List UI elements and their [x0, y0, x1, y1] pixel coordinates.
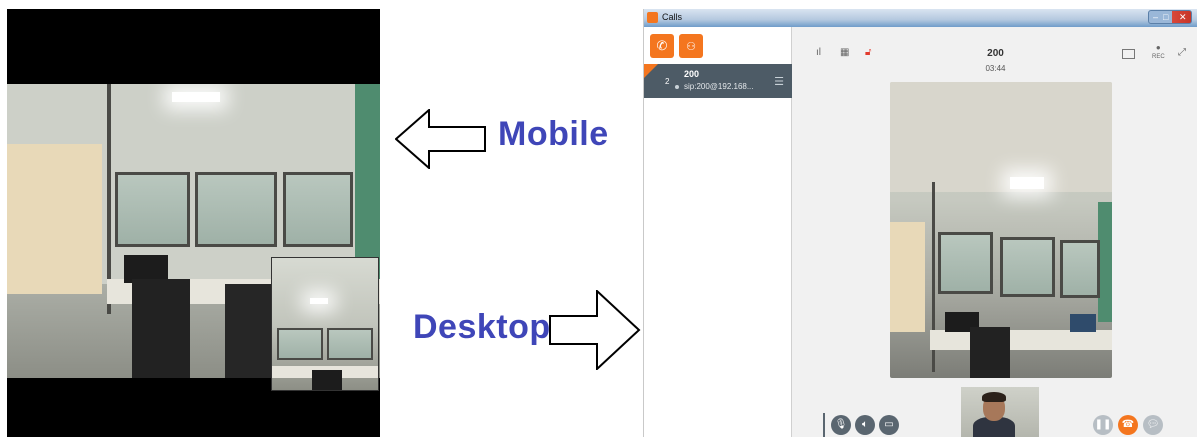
chat-icon: 💬︎ — [1146, 419, 1160, 430]
transfer-icon: ☎ — [1121, 419, 1135, 430]
video-icon: ▭ — [884, 419, 894, 430]
pip-window-1 — [277, 328, 323, 360]
speaker-icon: 🔈︎ — [862, 419, 868, 430]
remote-monitor-2 — [1070, 314, 1096, 332]
remote-corridor — [890, 222, 925, 332]
calls-sidebar: ✆ ⚇ 2 200 sip:200@192.168... ☰ — [644, 27, 792, 437]
remote-window-1 — [938, 232, 993, 294]
call-name: 200 — [684, 69, 700, 79]
close-button[interactable]: ✕ — [1179, 12, 1187, 23]
video-window-3 — [283, 172, 353, 247]
conference-button[interactable]: ⚇ — [679, 34, 703, 58]
video-chair — [132, 279, 190, 378]
desktop-remote-video — [890, 82, 1112, 378]
microphone-button[interactable]: 🎙︎ — [831, 415, 851, 435]
window-controls[interactable]: – □ ✕ — [1148, 10, 1192, 24]
new-call-button[interactable]: ✆ — [650, 34, 674, 58]
minimize-button[interactable]: – — [1153, 12, 1158, 22]
pip-window-2 — [327, 328, 373, 360]
call-title: 200 — [987, 48, 1004, 59]
desktop-label: Desktop — [413, 308, 551, 346]
record-button[interactable]: ● REC — [1152, 44, 1165, 61]
remote-window-3 — [1060, 240, 1100, 298]
hold-icon: ❚❚ — [1094, 419, 1112, 430]
call-list-item[interactable]: 2 200 sip:200@192.168... ☰ — [644, 64, 792, 98]
hold-button[interactable]: ❚❚ — [1093, 415, 1113, 435]
group-call-icon: ⚇ — [686, 41, 696, 53]
video-button[interactable]: ▭ — [879, 415, 899, 435]
remote-ceiling — [890, 82, 1112, 192]
remote-chair — [970, 327, 1010, 378]
speaker-button[interactable]: 🔈︎ — [855, 415, 875, 435]
right-arrow-icon — [549, 290, 641, 370]
left-arrow-icon — [395, 109, 486, 169]
expand-icon[interactable]: ⤢ — [1178, 47, 1186, 58]
microphone-icon: 🎙︎ — [834, 419, 848, 430]
rec-label: REC — [1152, 54, 1165, 60]
pip-light — [310, 298, 328, 304]
video-ceiling-light — [172, 92, 220, 102]
remote-teal-wall — [1098, 202, 1112, 322]
video-window-2 — [195, 172, 277, 247]
mobile-label: Mobile — [498, 115, 609, 153]
remote-desk — [930, 330, 1112, 350]
app-logo-icon — [647, 12, 658, 23]
call-duration: 03:44 — [985, 64, 1006, 73]
self-hair — [982, 392, 1006, 402]
pip-chair — [312, 370, 342, 390]
menu-icon[interactable]: ☰ — [774, 75, 784, 88]
call-count: 2 — [665, 77, 670, 86]
mobile-video-screen — [7, 9, 380, 437]
video-chair-2 — [225, 284, 275, 378]
call-address: sip:200@192.168... — [684, 82, 754, 91]
transfer-button[interactable]: ☎ — [1118, 415, 1138, 435]
mobile-self-preview — [271, 257, 379, 391]
window-title: Calls — [662, 12, 683, 22]
screenshot-canvas: Mobile Desktop Calls – □ ✕ ✆ ⚇ 2 200 sip… — [0, 0, 1197, 437]
chat-button[interactable]: 💬︎ — [1143, 415, 1163, 435]
video-corridor — [7, 144, 102, 294]
status-dot-icon — [675, 85, 679, 89]
desktop-calls-window: Calls – □ ✕ ✆ ⚇ 2 200 sip:200@192.168...… — [643, 9, 1197, 437]
desktop-self-preview — [961, 387, 1039, 437]
call-main-panel: ıl ▦ 🔓︎ 200 03:44 ● REC ⤢ 🎙︎ 🔈︎ ▭ ❚❚ ☎ 💬… — [793, 27, 1197, 437]
window-titlebar: Calls – □ ✕ — [644, 9, 1197, 27]
phone-plus-icon: ✆ — [656, 38, 668, 53]
active-call-corner-icon — [644, 64, 658, 78]
maximize-button[interactable]: □ — [1163, 12, 1168, 22]
video-teal-wall — [355, 84, 380, 284]
screen-share-icon[interactable] — [1122, 49, 1135, 59]
video-window-1 — [115, 172, 190, 247]
remote-window-2 — [1000, 237, 1055, 297]
remote-ceiling-light — [1010, 177, 1044, 189]
controls-divider — [823, 413, 825, 437]
